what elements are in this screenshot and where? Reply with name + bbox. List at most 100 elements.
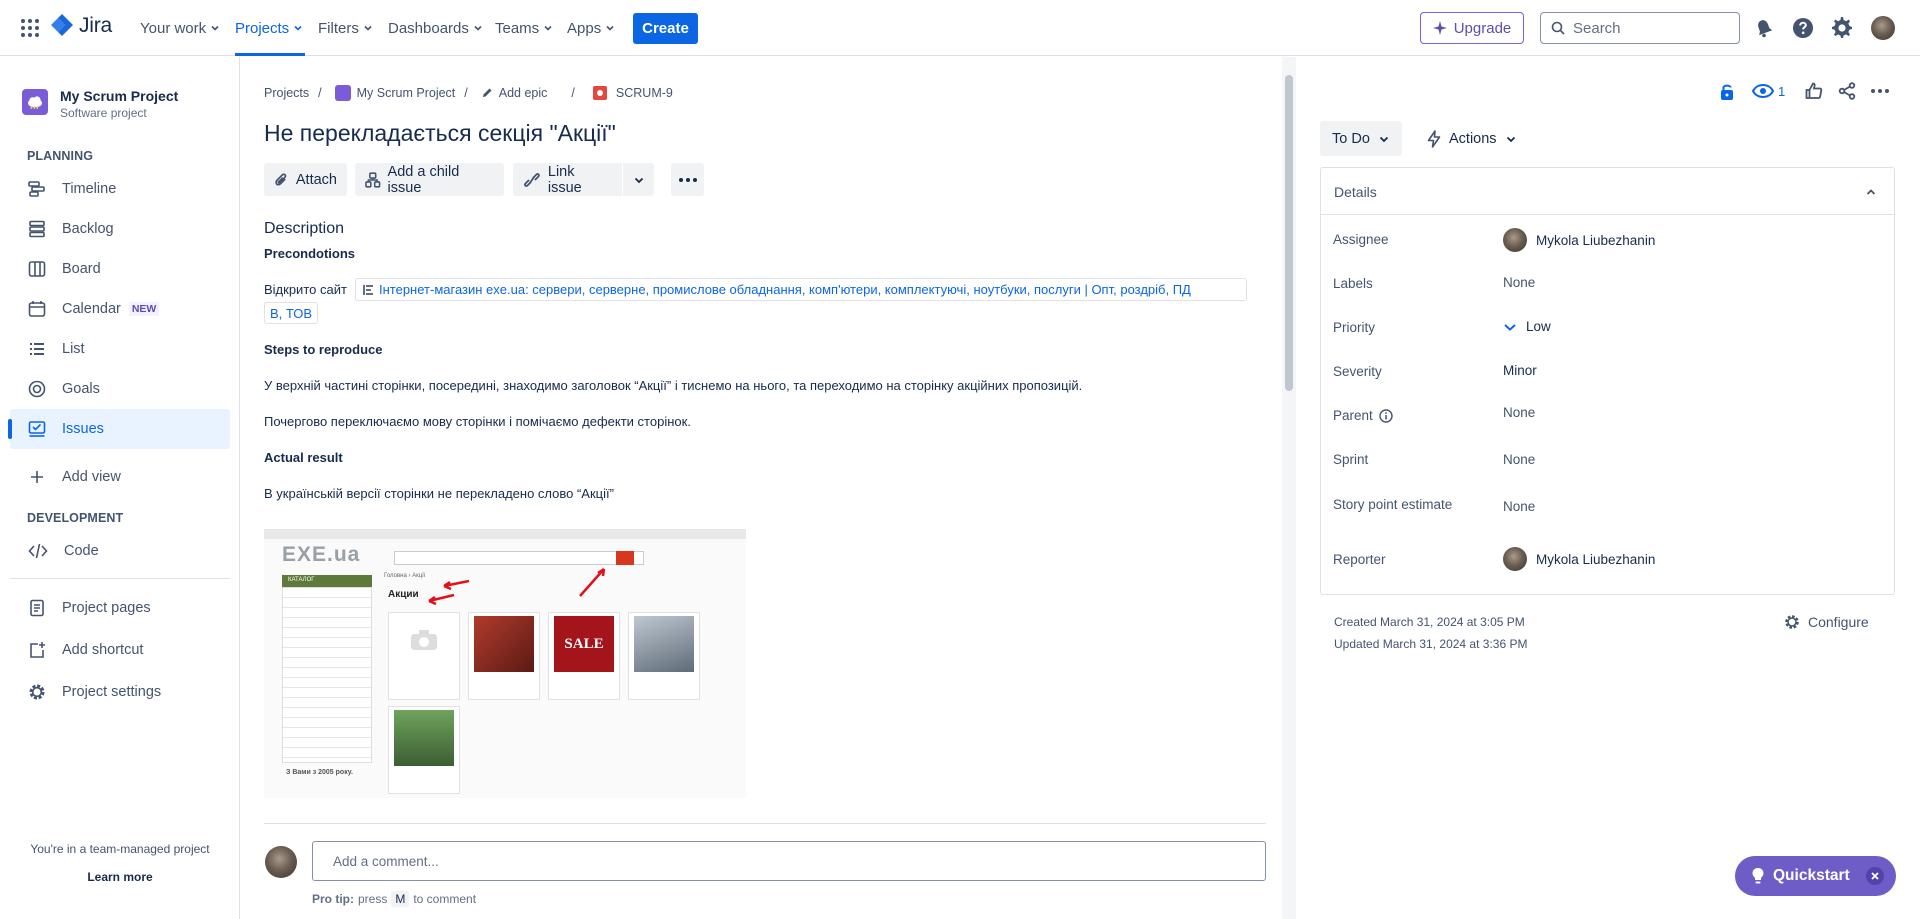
lock-icon[interactable] (1718, 82, 1736, 102)
info-icon[interactable] (1379, 408, 1393, 423)
watchers-button[interactable]: 1 (1752, 82, 1785, 100)
add-child-issue-button[interactable]: Add a child issue (355, 163, 504, 196)
link-icon (524, 172, 540, 187)
sidebar-item-issues[interactable]: Issues (8, 409, 230, 449)
nav-apps[interactable]: Apps (567, 0, 615, 56)
nav-projects-label: Projects (235, 19, 290, 37)
main-scrollbar[interactable] (1282, 57, 1296, 919)
comment-input[interactable]: Add a comment... (312, 841, 1266, 881)
link-issue-dropdown[interactable] (623, 163, 654, 196)
sidebar-item-label: Project settings (62, 684, 162, 700)
assignee-avatar (1503, 228, 1527, 252)
sidebar-item-project-settings[interactable]: Project settings (10, 672, 230, 712)
sidebar-item-backlog[interactable]: Backlog (10, 209, 230, 249)
reporter-value[interactable]: Mykola Liubezhanin (1503, 547, 1655, 571)
sidebar-item-label: Goals (62, 381, 100, 397)
chevron-down-icon (544, 25, 552, 31)
sidebar-item-timeline[interactable]: Timeline (10, 169, 230, 209)
link-issue-button[interactable]: Link issue (513, 163, 622, 196)
sidebar-item-code[interactable]: Code (10, 531, 230, 571)
nav-teams-label: Teams (495, 19, 540, 37)
nav-filters[interactable]: Filters (318, 0, 373, 56)
severity-label: Severity (1333, 364, 1382, 379)
sidebar-item-label: List (62, 341, 85, 357)
project-avatar[interactable] (22, 89, 48, 115)
chevron-down-icon (364, 25, 372, 31)
site-icon (363, 284, 373, 295)
quickstart-button[interactable]: Quickstart (1735, 856, 1896, 896)
nav-teams[interactable]: Teams (495, 0, 553, 56)
attach-button[interactable]: Attach (264, 163, 347, 196)
sidebar-item-add-shortcut[interactable]: Add shortcut (10, 630, 230, 670)
updated-timestamp: Updated March 31, 2024 at 3:36 PM (1334, 637, 1528, 651)
search-input[interactable]: Search (1540, 12, 1740, 44)
priority-value[interactable]: Low (1503, 319, 1551, 334)
scrollbar-thumb[interactable] (1285, 75, 1293, 391)
sprint-value[interactable]: None (1503, 452, 1535, 467)
red-arrows-annotation (428, 567, 606, 606)
breadcrumb-project[interactable]: My Scrum Project (357, 86, 456, 100)
thumbs-up-icon[interactable] (1805, 82, 1823, 100)
sidebar-item-board[interactable]: Board (10, 249, 230, 289)
labels-value[interactable]: None (1503, 275, 1535, 290)
jira-logo-text: Jira (79, 14, 113, 37)
sidebar-item-project-pages[interactable]: Project pages (10, 588, 230, 628)
sidebar-item-label: Timeline (62, 181, 117, 197)
assignee-value[interactable]: Mykola Liubezhanin (1503, 228, 1655, 252)
actions-dropdown[interactable]: Actions (1415, 121, 1529, 156)
nav-dashboards[interactable]: Dashboards (388, 0, 483, 56)
smart-link[interactable]: Інтернет-магазин exe.ua: сервери, сервер… (355, 278, 1247, 301)
parent-label: Parent (1333, 408, 1373, 423)
eye-icon (1752, 84, 1774, 98)
severity-value[interactable]: Minor (1503, 363, 1537, 378)
sidebar-item-list[interactable]: List (10, 329, 230, 369)
breadcrumb-projects[interactable]: Projects (264, 86, 309, 100)
pro-tip-key: M (391, 891, 410, 907)
close-icon[interactable] (1866, 867, 1884, 885)
chevron-down-icon (1379, 136, 1389, 142)
breadcrumb-add-epic[interactable]: Add epic (499, 86, 548, 100)
settings-icon[interactable] (1830, 16, 1854, 40)
nav-projects[interactable]: Projects (235, 0, 306, 56)
nav-your-work[interactable]: Your work (140, 0, 220, 56)
smart-link-continued[interactable]: В, ТОВ (264, 302, 319, 324)
sidebar-item-calendar[interactable]: Calendar NEW (10, 289, 230, 329)
precondition-text: Відкрито сайт (264, 282, 347, 297)
upgrade-button[interactable]: Upgrade (1420, 12, 1524, 44)
configure-button[interactable]: Configure (1784, 614, 1869, 630)
story-points-value[interactable]: None (1503, 499, 1535, 514)
sidebar-item-add-view[interactable]: Add view (10, 457, 230, 497)
issue-title[interactable]: Не перекладається секція "Акції" (264, 120, 616, 147)
details-header[interactable] (1321, 168, 1894, 215)
more-actions-button[interactable] (671, 163, 704, 196)
learn-more-link[interactable]: Learn more (0, 870, 240, 884)
breadcrumb-issue-key[interactable]: SCRUM-9 (616, 86, 673, 100)
development-heading: DEVELOPMENT (27, 511, 124, 525)
page-icon (30, 599, 44, 617)
created-timestamp: Created March 31, 2024 at 3:05 PM (1334, 615, 1525, 629)
parent-value[interactable]: None (1503, 405, 1535, 420)
attached-screenshot[interactable]: EXE.ua КАТАЛОГ Головна › Акції Акции SAL… (264, 529, 746, 798)
sidebar-item-label: Board (62, 261, 101, 277)
chevron-up-icon[interactable] (1865, 186, 1877, 198)
watchers-count: 1 (1778, 83, 1786, 99)
notifications-icon[interactable] (1752, 16, 1776, 40)
jira-logo-icon (51, 14, 73, 36)
sidebar-item-goals[interactable]: Goals (10, 369, 230, 409)
chevron-down-icon (211, 25, 219, 31)
priority-label: Priority (1333, 320, 1376, 335)
chevron-down-icon (606, 25, 614, 31)
priority-text: Low (1526, 319, 1551, 334)
sprint-label: Sprint (1333, 452, 1369, 467)
jira-logo[interactable]: Jira (51, 14, 112, 38)
status-dropdown[interactable]: To Do (1320, 121, 1402, 156)
profile-avatar[interactable] (1871, 16, 1895, 40)
pencil-icon (482, 88, 492, 97)
paperclip-icon (275, 172, 287, 186)
project-name[interactable]: My Scrum Project (60, 88, 178, 104)
more-icon[interactable] (1871, 89, 1889, 93)
help-icon[interactable] (1791, 16, 1815, 40)
app-switcher-icon[interactable] (20, 18, 40, 38)
create-button[interactable]: Create (633, 13, 698, 44)
share-icon[interactable] (1838, 82, 1856, 100)
